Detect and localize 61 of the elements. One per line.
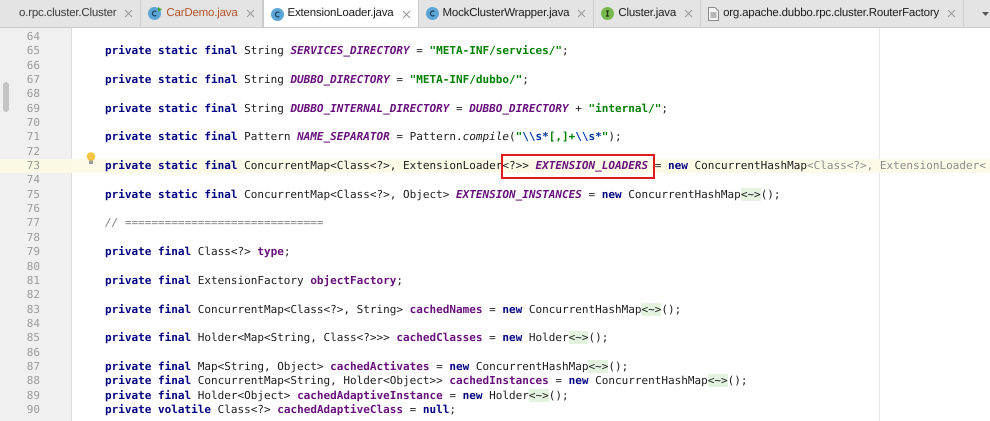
editor-tab[interactable]: o.rpc.cluster.Cluster [12, 0, 142, 27]
code-line: private static final ConcurrentMap<Class<?>, Object> EXTENSION_INSTANCES = new ConcurrentHashMap<~>(); [105, 188, 781, 201]
line-number: 79 [26, 245, 40, 260]
code-line: private static final String DUBBO_DIRECTORY = "META-INF/dubbo/"; [105, 73, 529, 86]
line-number: 84 [26, 316, 40, 332]
code-line: private final Class<?> type; [105, 245, 290, 258]
code-line: private volatile Class<?> cachedAdaptiveClass = null; [105, 402, 456, 416]
close-icon[interactable] [684, 9, 694, 18]
editor-tab[interactable]: CarDemo.java [141, 0, 263, 27]
line-number: 74 [26, 173, 40, 188]
file-icon [708, 6, 720, 20]
scrollbar-thumb[interactable] [3, 82, 9, 112]
line-number: 88 [26, 374, 40, 389]
code-line: private static final Pattern NAME_SEPARATOR = Pattern.compile("\\s*[,]+\\s*"); [105, 130, 622, 144]
line-number: 75 [26, 188, 40, 202]
line-number: 73 [26, 159, 40, 174]
class-icon [270, 8, 284, 20]
lightbulb-icon[interactable] [86, 152, 96, 165]
class-icon [148, 7, 162, 20]
line-number: 83 [26, 302, 40, 317]
line-number: 70 [26, 116, 40, 130]
close-icon[interactable] [246, 9, 255, 18]
code-line: private final ConcurrentMap<String, Holder<Object>> cachedInstances = new ConcurrentHashMap<~>(); [105, 374, 748, 388]
close-icon[interactable] [577, 9, 586, 18]
line-number: 69 [26, 102, 40, 116]
code-line: private static final String DUBBO_INTERNAL_DIRECTORY = DUBBO_DIRECTORY + "internal/"; [105, 102, 668, 115]
line-number: 68 [26, 87, 40, 102]
line-number: 78 [26, 230, 40, 246]
code-line: private final ConcurrentMap<Class<?>, String> cachedNames = new ConcurrentHashMap<~>(); [105, 302, 682, 316]
line-number: 80 [26, 260, 40, 274]
close-icon[interactable] [124, 9, 134, 18]
editor-tab[interactable]: ExtensionLoader.java [262, 0, 419, 27]
code-line: private final Holder<Map<String, Class<?>>> cachedClasses = new Holder<~>(); [105, 331, 608, 344]
line-number: 77 [26, 216, 40, 231]
line-number: 71 [26, 130, 40, 145]
close-icon[interactable] [402, 10, 411, 18]
code-line: private final Holder<Object> cachedAdaptiveInstance = new Holder<~>(); [105, 388, 569, 402]
code-line: private static final String SERVICES_DIRECTORY = "META-INF/services/"; [105, 44, 569, 58]
close-icon[interactable] [947, 9, 956, 18]
line-number: 76 [26, 202, 40, 216]
line-number: 66 [26, 58, 40, 74]
dropdown-icon[interactable] [982, 12, 989, 16]
code-line: private final ExtensionFactory objectFactory; [105, 274, 404, 287]
line-number: 87 [26, 360, 40, 374]
line-number: 82 [26, 288, 40, 303]
line-number: 65 [26, 44, 40, 59]
line-number: 72 [26, 144, 40, 160]
code-line: // ============================== [105, 216, 324, 230]
line-number: 64 [26, 30, 40, 44]
line-number: 90 [26, 402, 40, 418]
line-number: 86 [26, 346, 40, 360]
line-number: 67 [26, 73, 40, 88]
line-number: 81 [26, 274, 40, 288]
code-line: private final Map<String, Object> cachedActivates = new ConcurrentHashMap<~>(); [105, 360, 628, 373]
line-number: 85 [26, 331, 40, 346]
editor-tab[interactable]: Cluster.java [594, 0, 702, 27]
line-number: 89 [26, 388, 40, 403]
editor-tab[interactable]: MockClusterWrapper.java [418, 0, 594, 27]
interface-icon [601, 7, 614, 20]
editor-tab[interactable]: org.apache.dubbo.rpc.cluster.RouterFactory [701, 0, 964, 27]
class-icon [426, 7, 439, 20]
